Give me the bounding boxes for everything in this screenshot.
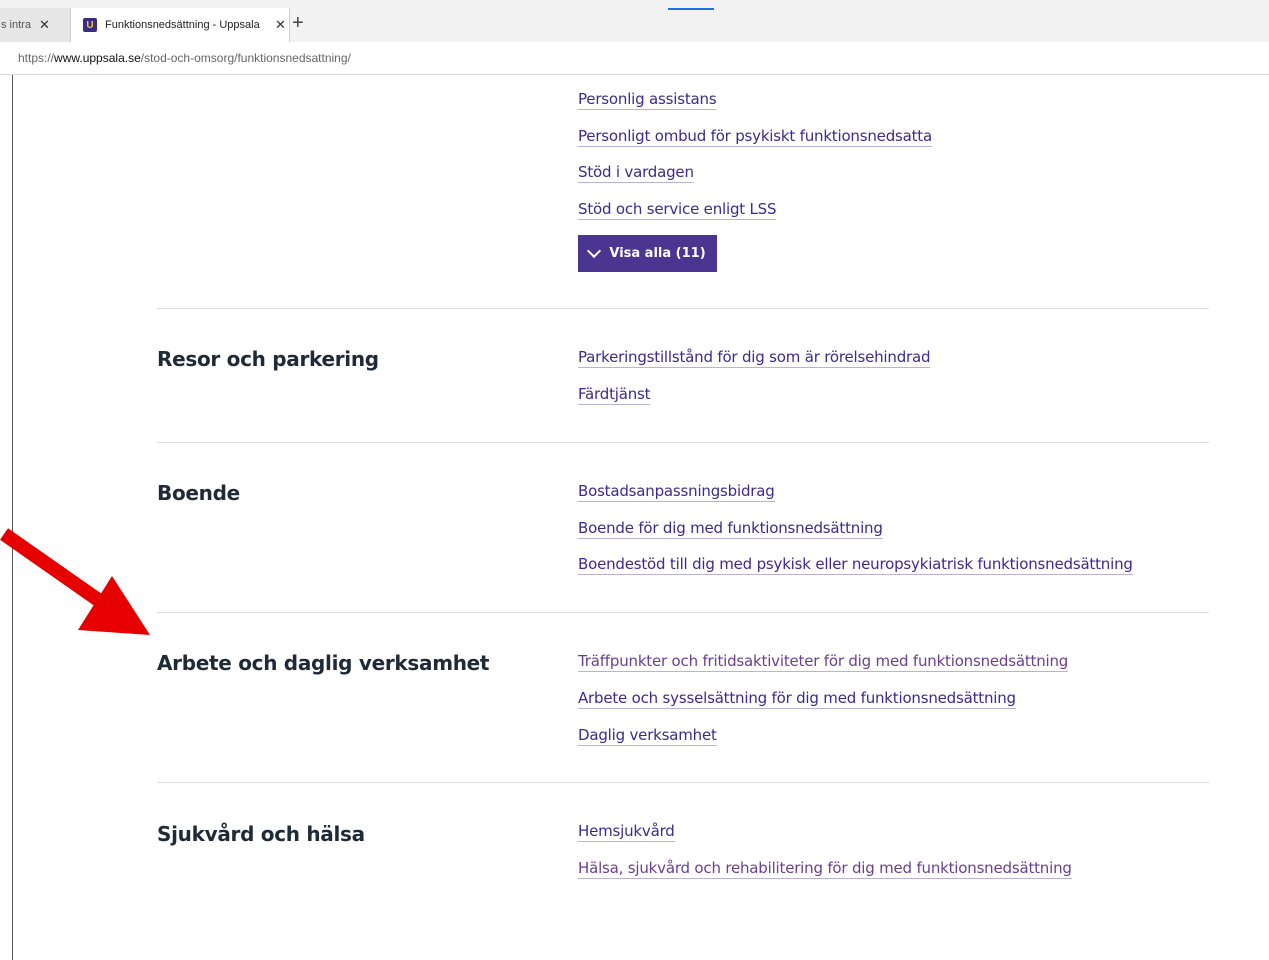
link-personlig-assistans[interactable]: Personlig assistans (578, 90, 717, 110)
link-parkeringstillstand[interactable]: Parkeringstillstånd för dig som är rörel… (578, 348, 931, 368)
link-bostadsanpassningsbidrag[interactable]: Bostadsanpassningsbidrag (578, 482, 775, 502)
section-divider (157, 308, 1209, 309)
close-tab-icon[interactable]: ✕ (275, 17, 286, 33)
url-host: www.uppsala.se (54, 51, 141, 65)
link-hemsjukvard[interactable]: Hemsjukvård (578, 822, 675, 842)
section-title: Sjukvård och hälsa (157, 822, 365, 846)
link-boende-funktionsnedsattning[interactable]: Boende för dig med funktionsnedsättning (578, 519, 883, 539)
show-all-label: Visa alla (11) (609, 246, 706, 261)
close-tab-icon[interactable]: ✕ (39, 17, 50, 33)
link-boendestod[interactable]: Boendestöd till dig med psykisk eller ne… (578, 555, 1133, 575)
link-stod-och-service-lss[interactable]: Stöd och service enligt LSS (578, 200, 777, 220)
section-divider (157, 442, 1209, 443)
address-bar[interactable]: https://www.uppsala.se/stod-och-omsorg/f… (0, 42, 1269, 75)
window-frame-edge (12, 0, 13, 960)
browser-tab-strip: s intra ✕ U Funktionsnedsättning - Uppsa… (0, 0, 1269, 42)
link-stod-i-vardagen[interactable]: Stöd i vardagen (578, 163, 694, 183)
section-title: Resor och parkering (157, 347, 379, 371)
new-tab-plus-icon[interactable]: + (292, 10, 304, 36)
section-title: Boende (157, 481, 240, 505)
link-personligt-ombud[interactable]: Personligt ombud för psykiskt funktionsn… (578, 127, 932, 147)
red-arrow-icon (0, 528, 150, 635)
link-arbete-och-sysselsattning[interactable]: Arbete och sysselsättning för dig med fu… (578, 689, 1016, 709)
link-fardtjanst[interactable]: Färdtjänst (578, 385, 651, 405)
url-scheme: https:// (18, 51, 55, 65)
show-all-button[interactable]: Visa alla (11) (578, 235, 717, 272)
link-daglig-verksamhet[interactable]: Daglig verksamhet (578, 726, 717, 746)
section-title: Arbete och daglig verksamhet (157, 651, 490, 675)
chevron-down-icon (587, 243, 602, 259)
browser-tab-active[interactable]: U Funktionsnedsättning - Uppsala ✕ (70, 8, 290, 42)
url-path: /stod-och-omsorg/funktionsnedsattning/ (140, 51, 351, 65)
browser-tab-previous[interactable]: s intra ✕ (0, 8, 70, 42)
section-divider (157, 782, 1209, 783)
tab-title: s intra (1, 19, 31, 31)
link-halsa-sjukvard-rehabilitering[interactable]: Hälsa, sjukvård och rehabilitering för d… (578, 859, 1072, 879)
section-divider (157, 612, 1209, 613)
tab-strip-indicator (668, 8, 714, 10)
tab-title: Funktionsnedsättning - Uppsala (105, 19, 260, 31)
link-traffpunkter[interactable]: Träffpunkter och fritidsaktiviteter för … (578, 652, 1068, 672)
uppsala-favicon-icon: U (83, 18, 97, 32)
url-text[interactable]: https://www.uppsala.se/stod-och-omsorg/f… (18, 51, 351, 65)
